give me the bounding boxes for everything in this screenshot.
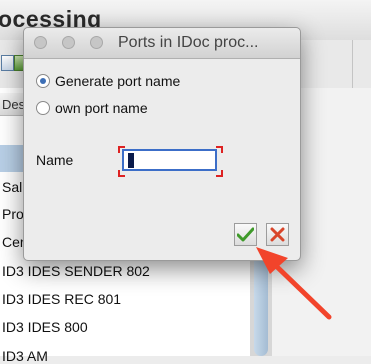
annotation-arrow-icon: [256, 247, 332, 320]
